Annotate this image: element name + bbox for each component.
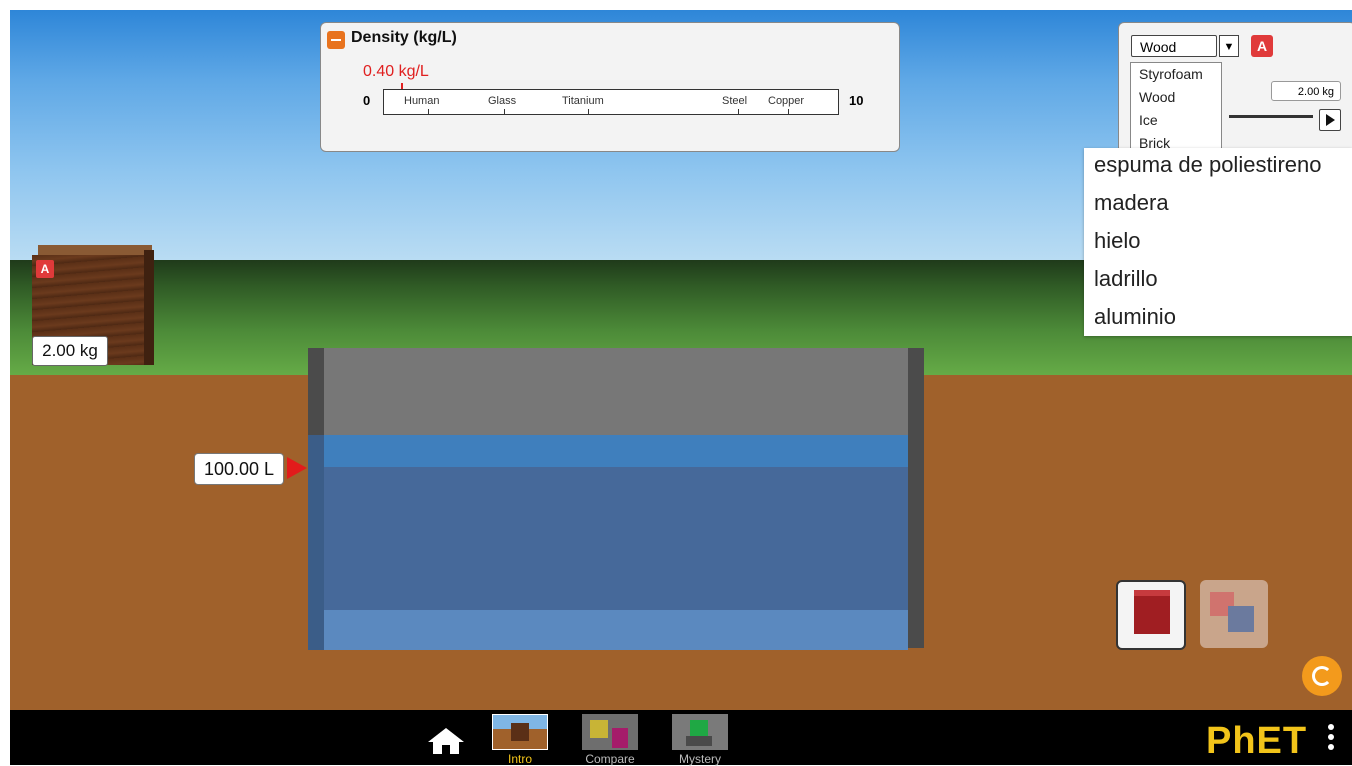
density-panel: Density (kg/L) 0.40 kg/L 0 Human Glass T… [320,22,900,152]
material-select[interactable]: Wood [1131,35,1217,57]
material-dropdown-list: Styrofoam Wood Ice Brick [1130,62,1222,154]
scale-marker-label: Steel [722,95,748,107]
pool-back-wall [324,348,908,443]
translation-item[interactable]: aluminio [1084,300,1352,338]
pool-floor [308,610,908,650]
scale-marker-label: Human [404,95,440,107]
mass-slider[interactable] [1229,115,1313,118]
intro-thumbnail-icon [492,714,548,750]
scale-marker-label: Titanium [562,95,604,107]
nav-label-mystery: Mystery [679,752,721,766]
scale-tick [504,109,505,114]
navigation-bar: Intro Compare Mystery PhET [10,710,1352,766]
scale-tick [788,109,789,114]
two-blocks-mode-button[interactable] [1200,580,1268,648]
scale-marker-label: Glass [488,95,517,107]
density-current-value: 0.40 kg/L [363,63,429,80]
block-a-tag: A [1251,35,1273,57]
chevron-down-icon[interactable]: ▼ [1219,35,1239,57]
material-option-wood[interactable]: Wood [1131,86,1221,109]
nav-screen-intro[interactable]: Intro [492,712,548,766]
pool-right-wall [908,348,924,648]
block-side-face[interactable] [144,250,154,365]
translation-item[interactable]: madera [1084,186,1352,224]
nav-label-compare: Compare [585,752,635,766]
density-panel-title: Density (kg/L) [351,29,457,46]
compare-thumbnail-icon [582,714,638,750]
one-block-mode-button[interactable] [1116,580,1186,650]
block-mass-label: 2.00 kg [32,336,108,366]
more-options-icon[interactable] [1328,724,1334,754]
material-option-styrofoam[interactable]: Styrofoam [1131,63,1221,86]
translation-item[interactable]: hielo [1084,224,1352,262]
scale-tick [428,109,429,114]
nav-screen-mystery[interactable]: Mystery [672,712,728,766]
translation-overlay-list: espuma de poliestireno madera hielo ladr… [1084,148,1352,336]
scale-max-label: 10 [849,93,864,108]
blue-cube-icon [1228,606,1254,632]
density-scale-bar: Human Glass Titanium Steel Copper [383,89,839,115]
scale-tick [588,109,589,114]
nav-label-intro: Intro [507,752,532,766]
home-icon[interactable] [426,726,466,756]
scale-marker-label: Copper [768,95,805,107]
phet-logo[interactable]: PhET [1206,720,1307,763]
water-surface [308,435,908,467]
water-level-arrow-icon [287,457,307,479]
red-cube-icon [1134,590,1170,634]
scale-min-label: 0 [363,93,371,108]
play-icon[interactable] [1319,109,1341,131]
nav-screen-compare[interactable]: Compare [582,712,638,766]
scale-tick [738,109,739,114]
translation-item[interactable]: espuma de poliestireno [1084,148,1352,186]
mystery-thumbnail-icon [672,714,728,750]
volume-readout: 100.00 L [194,453,284,485]
reset-icon[interactable] [1302,656,1342,696]
translation-item[interactable]: ladrillo [1084,262,1352,300]
mass-value-field: 2.00 kg [1271,81,1341,101]
collapse-icon[interactable] [327,31,345,49]
block-tag: A [36,260,54,278]
material-option-ice[interactable]: Ice [1131,109,1221,132]
water-left-face [308,435,324,650]
